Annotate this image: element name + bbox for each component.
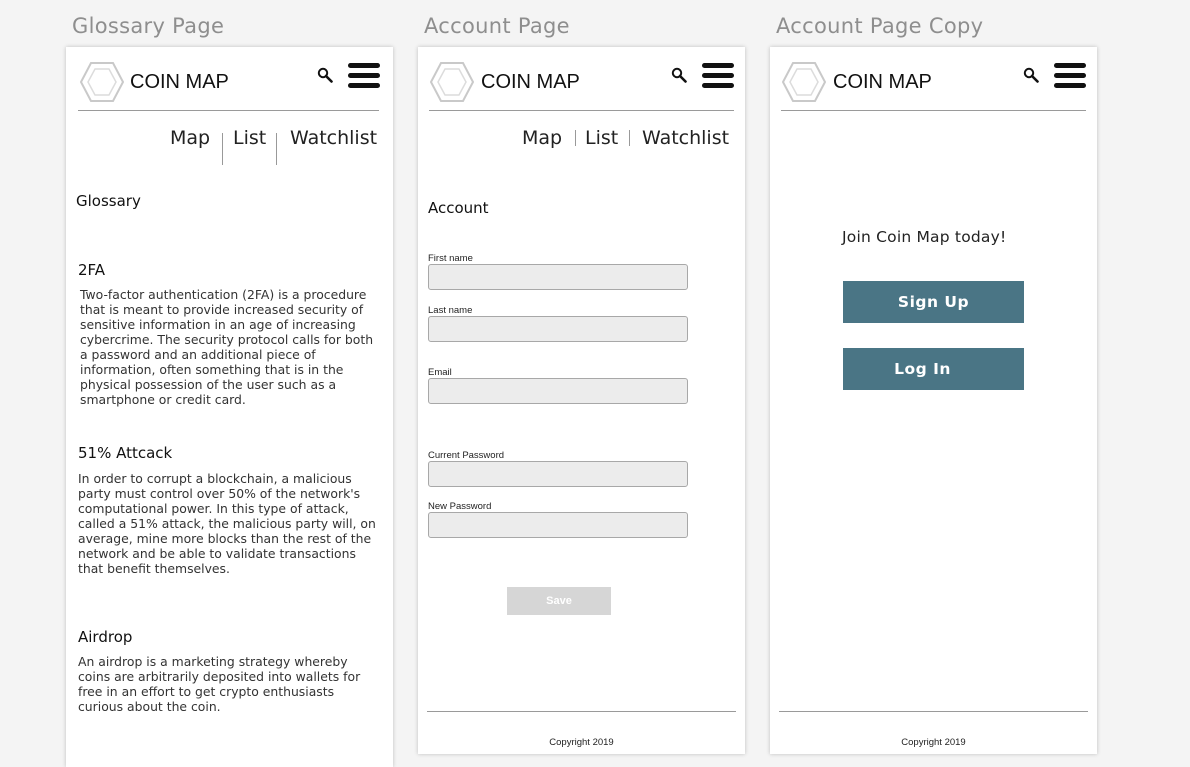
glossary-definition: An airdrop is a marketing strategy where…	[78, 654, 361, 714]
hexagon-logo-icon[interactable]	[430, 62, 474, 102]
nav-separator	[629, 130, 630, 146]
last-name-label: Last name	[428, 305, 473, 316]
brand-name[interactable]: COIN MAP	[130, 71, 229, 94]
current-password-input[interactable]	[428, 461, 688, 487]
nav-separator	[575, 130, 576, 146]
nav-map[interactable]: Map	[170, 127, 210, 149]
account-frame: COIN MAP Map List Watchlist Account Firs…	[418, 47, 745, 754]
glossary-term: 51% Attcack	[78, 444, 173, 462]
header-divider	[78, 110, 379, 111]
nav-watchlist[interactable]: Watchlist	[642, 127, 729, 149]
hexagon-logo-icon[interactable]	[782, 62, 826, 102]
nav-list[interactable]: List	[233, 127, 266, 149]
account-copy-frame: COIN MAP Join Coin Map today! Sign Up Lo…	[770, 47, 1097, 754]
artboard-title-account: Account Page	[424, 14, 570, 38]
hexagon-logo-icon[interactable]	[80, 62, 124, 102]
copyright-text: Copyright 2019	[901, 737, 966, 748]
search-icon[interactable]	[1023, 67, 1039, 83]
search-icon[interactable]	[317, 67, 333, 83]
nav-separator	[276, 133, 277, 165]
artboard-title-account-copy: Account Page Copy	[776, 14, 984, 38]
current-password-label: Current Password	[428, 450, 505, 461]
glossary-definition: Two-factor authentication (2FA) is a pro…	[80, 287, 374, 407]
header-divider	[429, 110, 734, 111]
search-icon[interactable]	[671, 67, 687, 83]
page-title: Glossary	[76, 192, 141, 210]
nav-map[interactable]: Map	[522, 127, 562, 149]
new-password-input[interactable]	[428, 512, 688, 538]
footer-divider	[779, 711, 1088, 712]
glossary-frame: COIN MAP Map List Watchlist Glossary 2FA…	[66, 47, 393, 767]
footer-divider	[427, 711, 736, 712]
brand-name[interactable]: COIN MAP	[833, 71, 932, 94]
first-name-label: First name	[428, 253, 473, 264]
nav-watchlist[interactable]: Watchlist	[290, 127, 377, 149]
new-password-label: New Password	[428, 501, 492, 512]
glossary-term: Airdrop	[78, 628, 133, 646]
save-button[interactable]: Save	[507, 587, 611, 615]
hamburger-menu-icon[interactable]	[348, 63, 380, 89]
first-name-input[interactable]	[428, 264, 688, 290]
hamburger-menu-icon[interactable]	[1054, 63, 1086, 89]
join-heading: Join Coin Map today!	[842, 228, 1007, 246]
brand-name[interactable]: COIN MAP	[481, 71, 580, 94]
page-title: Account	[428, 199, 489, 217]
last-name-input[interactable]	[428, 316, 688, 342]
hamburger-menu-icon[interactable]	[702, 63, 734, 89]
sign-up-button[interactable]: Sign Up	[843, 281, 1024, 323]
log-in-button[interactable]: Log In	[843, 348, 1024, 390]
header-divider	[781, 110, 1086, 111]
glossary-definition: In order to corrupt a blockchain, a mali…	[78, 471, 376, 576]
email-input[interactable]	[428, 378, 688, 404]
glossary-term: 2FA	[78, 261, 106, 279]
nav-list[interactable]: List	[585, 127, 618, 149]
artboard-title-glossary: Glossary Page	[72, 14, 225, 38]
copyright-text: Copyright 2019	[549, 737, 614, 748]
email-label: Email	[428, 367, 452, 378]
nav-separator	[222, 133, 223, 165]
